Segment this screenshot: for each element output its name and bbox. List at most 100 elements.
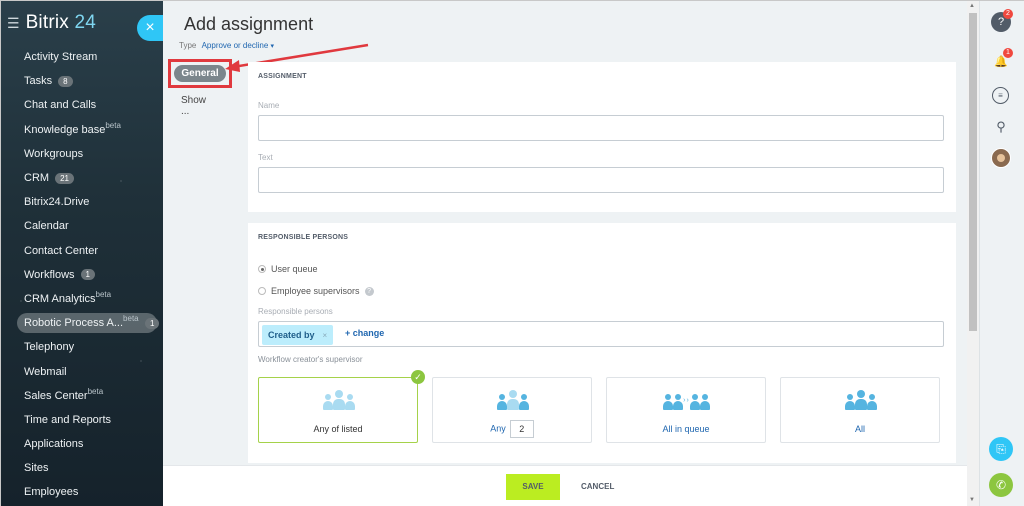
sidebar-item[interactable]: Knowledge base beta bbox=[1, 118, 163, 142]
sidebar-item-label: Sites bbox=[24, 462, 49, 475]
name-input[interactable] bbox=[258, 115, 944, 141]
assignment-section-title: ASSIGNMENT bbox=[258, 73, 307, 80]
scroll-up-icon[interactable]: ▲ bbox=[969, 3, 975, 9]
counter-badge: 21 bbox=[55, 172, 74, 184]
option-all[interactable]: All bbox=[780, 377, 940, 443]
users-group-icon bbox=[259, 388, 417, 412]
radio-user-queue-label: User queue bbox=[271, 264, 318, 274]
sidebar-item[interactable]: Chat and Calls bbox=[1, 93, 163, 117]
counter-badge: 8 bbox=[58, 75, 73, 87]
sidebar-item[interactable]: Webmail bbox=[1, 359, 163, 383]
option-label: All bbox=[854, 424, 865, 434]
sidebar-item[interactable]: Tasks 8 bbox=[1, 69, 163, 93]
counter-badge: 1 bbox=[80, 269, 95, 281]
sidebar-item-label: Contact Center bbox=[24, 244, 98, 257]
help-icon[interactable]: ? 2 bbox=[991, 9, 1013, 32]
sidebar-item-label: Robotic Process A... bbox=[24, 317, 124, 330]
sidebar-item-label: Sales Center bbox=[24, 389, 88, 402]
radio-button-selected[interactable] bbox=[258, 265, 266, 273]
sidebar-item-label: Employees bbox=[24, 486, 79, 499]
sidebar-item-label: Webmail bbox=[24, 365, 67, 378]
sidebar-item-label: Workgroups bbox=[24, 147, 84, 160]
sidebar-item-label: CRM bbox=[24, 172, 50, 185]
sidebar-item-label: Knowledge base bbox=[24, 123, 106, 136]
radio-button[interactable] bbox=[258, 287, 266, 295]
radio-employee-supervisors[interactable]: Employee supervisors ? bbox=[258, 286, 374, 296]
page-title: Add assignment bbox=[184, 14, 314, 34]
sidebar-item[interactable]: Workflows 1 bbox=[1, 263, 163, 287]
beta-badge: beta bbox=[87, 386, 104, 396]
any-count-input[interactable]: 2 bbox=[509, 420, 534, 438]
sidebar-item[interactable]: Time and Reports bbox=[1, 408, 163, 432]
sidebar-item[interactable]: Bitrix24.Drive bbox=[1, 190, 163, 214]
sidebar-item[interactable]: Calendar bbox=[1, 214, 163, 238]
share-screen-icon[interactable]: ⎘ bbox=[989, 437, 1013, 461]
sidebar-item[interactable]: CRM 21 bbox=[1, 166, 163, 190]
add-assignment-panel: Add assignment Type Approve or decline ▾… bbox=[163, 1, 979, 506]
logo-row: ☰ Bitrix 24 bbox=[7, 12, 96, 34]
tab-show-more[interactable]: Show ... bbox=[181, 95, 206, 117]
responsible-persons-label: Responsible persons bbox=[258, 307, 333, 316]
sidebar-item-label: Time and Reports bbox=[24, 413, 112, 426]
close-slider-button[interactable]: × bbox=[137, 15, 163, 41]
sidebar-menu: Activity Stream Tasks 8 Chat and Calls Knowl… bbox=[1, 45, 163, 505]
help-icon[interactable]: ? bbox=[364, 286, 374, 296]
tag-remove-icon[interactable]: × bbox=[323, 331, 328, 340]
scroll-thumb[interactable] bbox=[969, 13, 977, 331]
assignment-section: ASSIGNMENT Name Text bbox=[248, 62, 956, 212]
sidebar-item-label: CRM Analytics bbox=[24, 292, 96, 305]
sidebar-item-label: Applications bbox=[24, 438, 84, 451]
scrollbar[interactable]: ▲ ▼ bbox=[967, 1, 979, 506]
option-label: All in queue bbox=[662, 424, 710, 434]
tag-label: Created by bbox=[268, 330, 315, 340]
sidebar-item[interactable]: CRM Analytics beta bbox=[1, 287, 163, 311]
sidebar-item-label: Workflows bbox=[24, 268, 75, 281]
search-icon[interactable]: ⚲ bbox=[991, 117, 1011, 137]
sidebar-item[interactable]: Activity Stream bbox=[1, 45, 163, 69]
option-label: Any of listed bbox=[313, 424, 363, 434]
option-any-of-listed[interactable]: ✓ Any of listed bbox=[258, 370, 425, 443]
right-toolbar: ? 2 🔔 1 ≡ ⚲ ⎘ ✆ bbox=[979, 1, 1024, 506]
users-group-icon bbox=[433, 388, 591, 412]
check-icon: ✓ bbox=[411, 370, 425, 384]
name-label: Name bbox=[258, 101, 280, 110]
beta-badge: beta bbox=[123, 314, 139, 324]
option-any[interactable]: Any 2 bbox=[432, 377, 592, 443]
bell-icon[interactable]: 🔔 1 bbox=[991, 48, 1013, 71]
users-group-icon bbox=[781, 388, 939, 412]
chat-icon[interactable]: ≡ bbox=[992, 87, 1009, 104]
scroll-down-icon[interactable]: ▼ bbox=[969, 497, 975, 503]
counter-badge: 1 bbox=[145, 317, 160, 329]
sidebar-item[interactable]: Robotic Process A... beta 1 bbox=[1, 311, 163, 335]
supervisor-label: Workflow creator's supervisor bbox=[258, 355, 363, 364]
sidebar-item[interactable]: Sales Center beta bbox=[1, 384, 163, 408]
sidebar-item[interactable]: Sites bbox=[1, 456, 163, 480]
sidebar-item-label: Telephony bbox=[24, 341, 75, 354]
menu-burger-icon[interactable]: ☰ bbox=[7, 15, 20, 32]
phone-icon[interactable]: ✆ bbox=[989, 473, 1013, 497]
save-button[interactable]: SAVE bbox=[506, 474, 560, 500]
option-all-in-queue[interactable]: › › All in queue bbox=[606, 377, 766, 443]
change-link[interactable]: + change bbox=[345, 328, 384, 338]
bitrix24-logo[interactable]: Bitrix 24 bbox=[26, 12, 96, 34]
sidebar-item-label: Bitrix24.Drive bbox=[24, 196, 90, 209]
sidebar-item[interactable]: Workgroups bbox=[1, 142, 163, 166]
sidebar-item[interactable]: Telephony bbox=[1, 335, 163, 359]
sidebar-item-label: Activity Stream bbox=[24, 51, 98, 64]
option-label: Any 2 bbox=[433, 420, 591, 438]
cancel-button[interactable]: CANCEL bbox=[581, 474, 614, 500]
sidebar-item[interactable]: Contact Center bbox=[1, 239, 163, 263]
text-label: Text bbox=[258, 153, 273, 162]
text-input[interactable] bbox=[258, 167, 944, 193]
sidebar-item[interactable]: Applications bbox=[1, 432, 163, 456]
responsible-section-title: RESPONSIBLE PERSONS bbox=[258, 234, 349, 241]
radio-supervisors-label: Employee supervisors bbox=[271, 286, 360, 296]
user-avatar[interactable] bbox=[991, 148, 1011, 168]
sidebar-item-label: Chat and Calls bbox=[24, 99, 97, 112]
radio-user-queue[interactable]: User queue bbox=[258, 264, 318, 274]
created-by-tag: Created by × bbox=[262, 325, 334, 345]
beta-badge: beta bbox=[95, 289, 112, 299]
responsible-persons-field[interactable]: Created by × + change bbox=[258, 321, 944, 347]
help-badge: 2 bbox=[1003, 9, 1013, 19]
sidebar-item[interactable]: Employees bbox=[1, 480, 163, 504]
